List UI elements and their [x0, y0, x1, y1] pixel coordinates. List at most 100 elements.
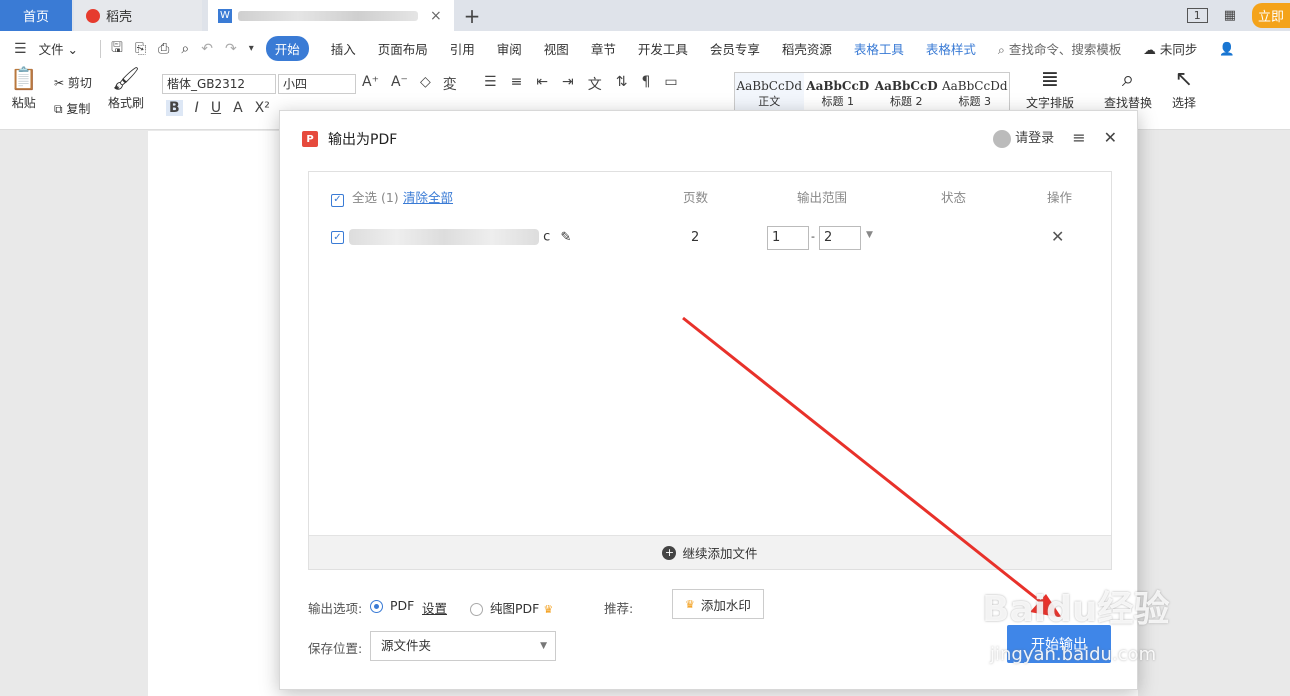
menu-review[interactable]: 审阅 — [497, 39, 522, 58]
select-label: 选择 — [1172, 96, 1197, 110]
login-label: 请登录 — [1015, 131, 1055, 146]
option-image-pdf[interactable]: 纯图PDF ♛ — [470, 598, 553, 617]
search-icon: ⌕ — [997, 42, 1005, 57]
bold-icon[interactable]: B — [166, 100, 183, 116]
file-list: ✓ 全选 (1) 清除全部 页数 输出范围 状态 操作 ✓ c ✎ 2 1 - … — [308, 171, 1112, 570]
font-color-icon[interactable]: A — [233, 100, 243, 116]
menu-page-layout[interactable]: 页面布局 — [378, 39, 428, 58]
close-icon[interactable]: ✕ — [1104, 128, 1117, 147]
find-replace-button[interactable]: ⌕ 查找替换 — [1104, 66, 1152, 111]
clear-all-link[interactable]: 清除全部 — [403, 187, 453, 206]
show-marks-icon[interactable]: ¶ — [642, 74, 651, 94]
option-pdf-label: PDF — [389, 598, 415, 613]
phonetic-icon[interactable]: 変 — [443, 74, 457, 94]
numbered-list-icon[interactable]: ≡ — [511, 74, 523, 94]
menu-member[interactable]: 会员专享 — [710, 39, 760, 58]
cursor-icon: ↖ — [1174, 67, 1194, 92]
menu-icon[interactable]: ≡ — [1072, 128, 1085, 147]
menu-developer[interactable]: 开发工具 — [638, 39, 688, 58]
paragraph-tools: ☰ ≡ ⇤ ⇥ 文 ⇅ ¶ ▭ — [484, 74, 678, 94]
save-location-row: 保存位置: 源文件夹 ▼ — [308, 631, 608, 661]
range-to-input[interactable]: 2 — [819, 226, 861, 250]
clear-format-icon[interactable]: ◇ — [420, 74, 431, 94]
output-options-label: 输出选项: — [308, 601, 363, 616]
customize-chevron-icon[interactable]: ▾ — [249, 43, 254, 54]
page-view-icon[interactable]: 1 — [1186, 8, 1208, 23]
menu-section[interactable]: 章节 — [591, 39, 616, 58]
range-dropdown-icon[interactable]: ▼ — [866, 230, 873, 240]
tab-daoke-label: 稻壳 — [106, 10, 133, 25]
print-preview-icon[interactable]: ⌕ — [181, 41, 189, 57]
login-link[interactable]: 请登录 — [993, 127, 1054, 148]
table-icon[interactable]: ▭ — [664, 74, 677, 94]
text-layout-button[interactable]: ≣ 文字排版 — [1026, 66, 1074, 111]
shrink-font-icon[interactable]: A⁻ — [391, 74, 408, 94]
font-name-select[interactable]: 楷体_GB2312 — [162, 74, 276, 94]
copy-button[interactable]: ⧉ 复制 — [54, 100, 90, 117]
login-now-button[interactable]: 立即 — [1251, 3, 1290, 28]
close-icon[interactable]: × — [430, 8, 442, 24]
user-icon[interactable]: 👤 — [1219, 41, 1235, 57]
remove-row-icon[interactable]: ✕ — [1051, 227, 1064, 246]
style-normal-name: 正文 — [758, 95, 781, 108]
brush-icon: 🖌 — [112, 67, 140, 92]
pdf-radio[interactable] — [370, 600, 383, 613]
sort-icon[interactable]: ⇅ — [616, 74, 628, 94]
option-pdf[interactable]: PDF — [370, 598, 414, 613]
outdent-icon[interactable]: ⇤ — [536, 74, 548, 94]
menu-file[interactable]: 文件 ⌄ — [39, 39, 78, 58]
print-icon[interactable]: ⎙ — [158, 41, 169, 57]
underline-icon[interactable]: U — [211, 100, 221, 116]
font-size-select[interactable]: 小四 — [278, 74, 356, 94]
style-heading3-name: 标题 3 — [958, 95, 992, 108]
grid-apps-icon[interactable]: ▦ — [1224, 8, 1236, 23]
new-tab-button[interactable]: + — [454, 0, 490, 31]
image-pdf-radio[interactable] — [470, 603, 483, 616]
tab-home[interactable]: 首页 — [0, 0, 72, 31]
redo-icon[interactable]: ↷ — [225, 41, 237, 57]
menu-insert[interactable]: 插入 — [331, 39, 356, 58]
menu-references[interactable]: 引用 — [450, 39, 475, 58]
undo-icon[interactable]: ↶ — [201, 41, 213, 57]
add-watermark-button[interactable]: ♛ 添加水印 — [672, 589, 764, 619]
magnifier-icon: ⌕ — [1121, 67, 1135, 92]
menu-table-style[interactable]: 表格样式 — [926, 39, 976, 58]
format-toolbar: B I U A X² — [166, 100, 270, 116]
tab-daoke[interactable]: 稻壳 — [74, 0, 202, 31]
baidu-watermark-url: jingyan.baidu.com — [990, 644, 1157, 665]
menu-table-tools[interactable]: 表格工具 — [854, 39, 904, 58]
select-button[interactable]: ↖ 选择 — [1172, 66, 1196, 111]
range-from-input[interactable]: 1 — [767, 226, 809, 250]
superscript-icon[interactable]: X² — [255, 100, 270, 116]
menu-start[interactable]: 开始 — [265, 36, 309, 61]
select-all-checkbox[interactable]: ✓ — [331, 193, 344, 207]
style-heading2-name: 标题 2 — [890, 95, 923, 108]
hamburger-icon[interactable]: ☰ — [14, 41, 27, 57]
italic-icon[interactable]: I — [195, 100, 199, 116]
grow-font-icon[interactable]: A⁺ — [362, 74, 379, 94]
menu-daoke-resources[interactable]: 稻壳资源 — [782, 39, 832, 58]
command-search-label: 查找命令、搜索模板 — [1008, 42, 1122, 57]
menu-view[interactable]: 视图 — [544, 39, 569, 58]
select-all[interactable]: ✓ 全选 (1) — [331, 187, 399, 207]
edit-icon[interactable]: ✎ — [560, 230, 571, 245]
settings-link[interactable]: 设置 — [422, 598, 447, 617]
tabbar-right: 1 ▦ 立即 — [1186, 0, 1290, 31]
tab-document[interactable]: W × — [208, 0, 454, 31]
format-painter-button[interactable]: 🖌 格式刷 — [108, 66, 144, 111]
paste-button[interactable]: 📋 粘贴 — [10, 66, 37, 111]
sync-status-label: 未同步 — [1159, 42, 1198, 57]
bullet-list-icon[interactable]: ☰ — [484, 74, 497, 94]
command-search[interactable]: ⌕ 查找命令、搜索模板 — [998, 39, 1122, 58]
save-location-select[interactable]: 源文件夹 ▼ — [370, 631, 556, 661]
add-file-button[interactable]: + 继续添加文件 — [309, 535, 1111, 569]
export-icon[interactable]: ⎘ — [135, 41, 146, 57]
cut-button[interactable]: ✂ 剪切 — [54, 74, 92, 91]
row-checkbox[interactable]: ✓ — [331, 231, 344, 244]
save-icon[interactable]: 🖫 — [111, 37, 123, 61]
style-heading1-preview: AaBbCcD — [806, 79, 870, 93]
indent-icon[interactable]: ⇥ — [562, 74, 574, 94]
file-name: c ✎ — [349, 229, 571, 245]
sync-status[interactable]: ☁ 未同步 — [1143, 39, 1197, 58]
chinese-layout-icon[interactable]: 文 — [588, 74, 602, 94]
